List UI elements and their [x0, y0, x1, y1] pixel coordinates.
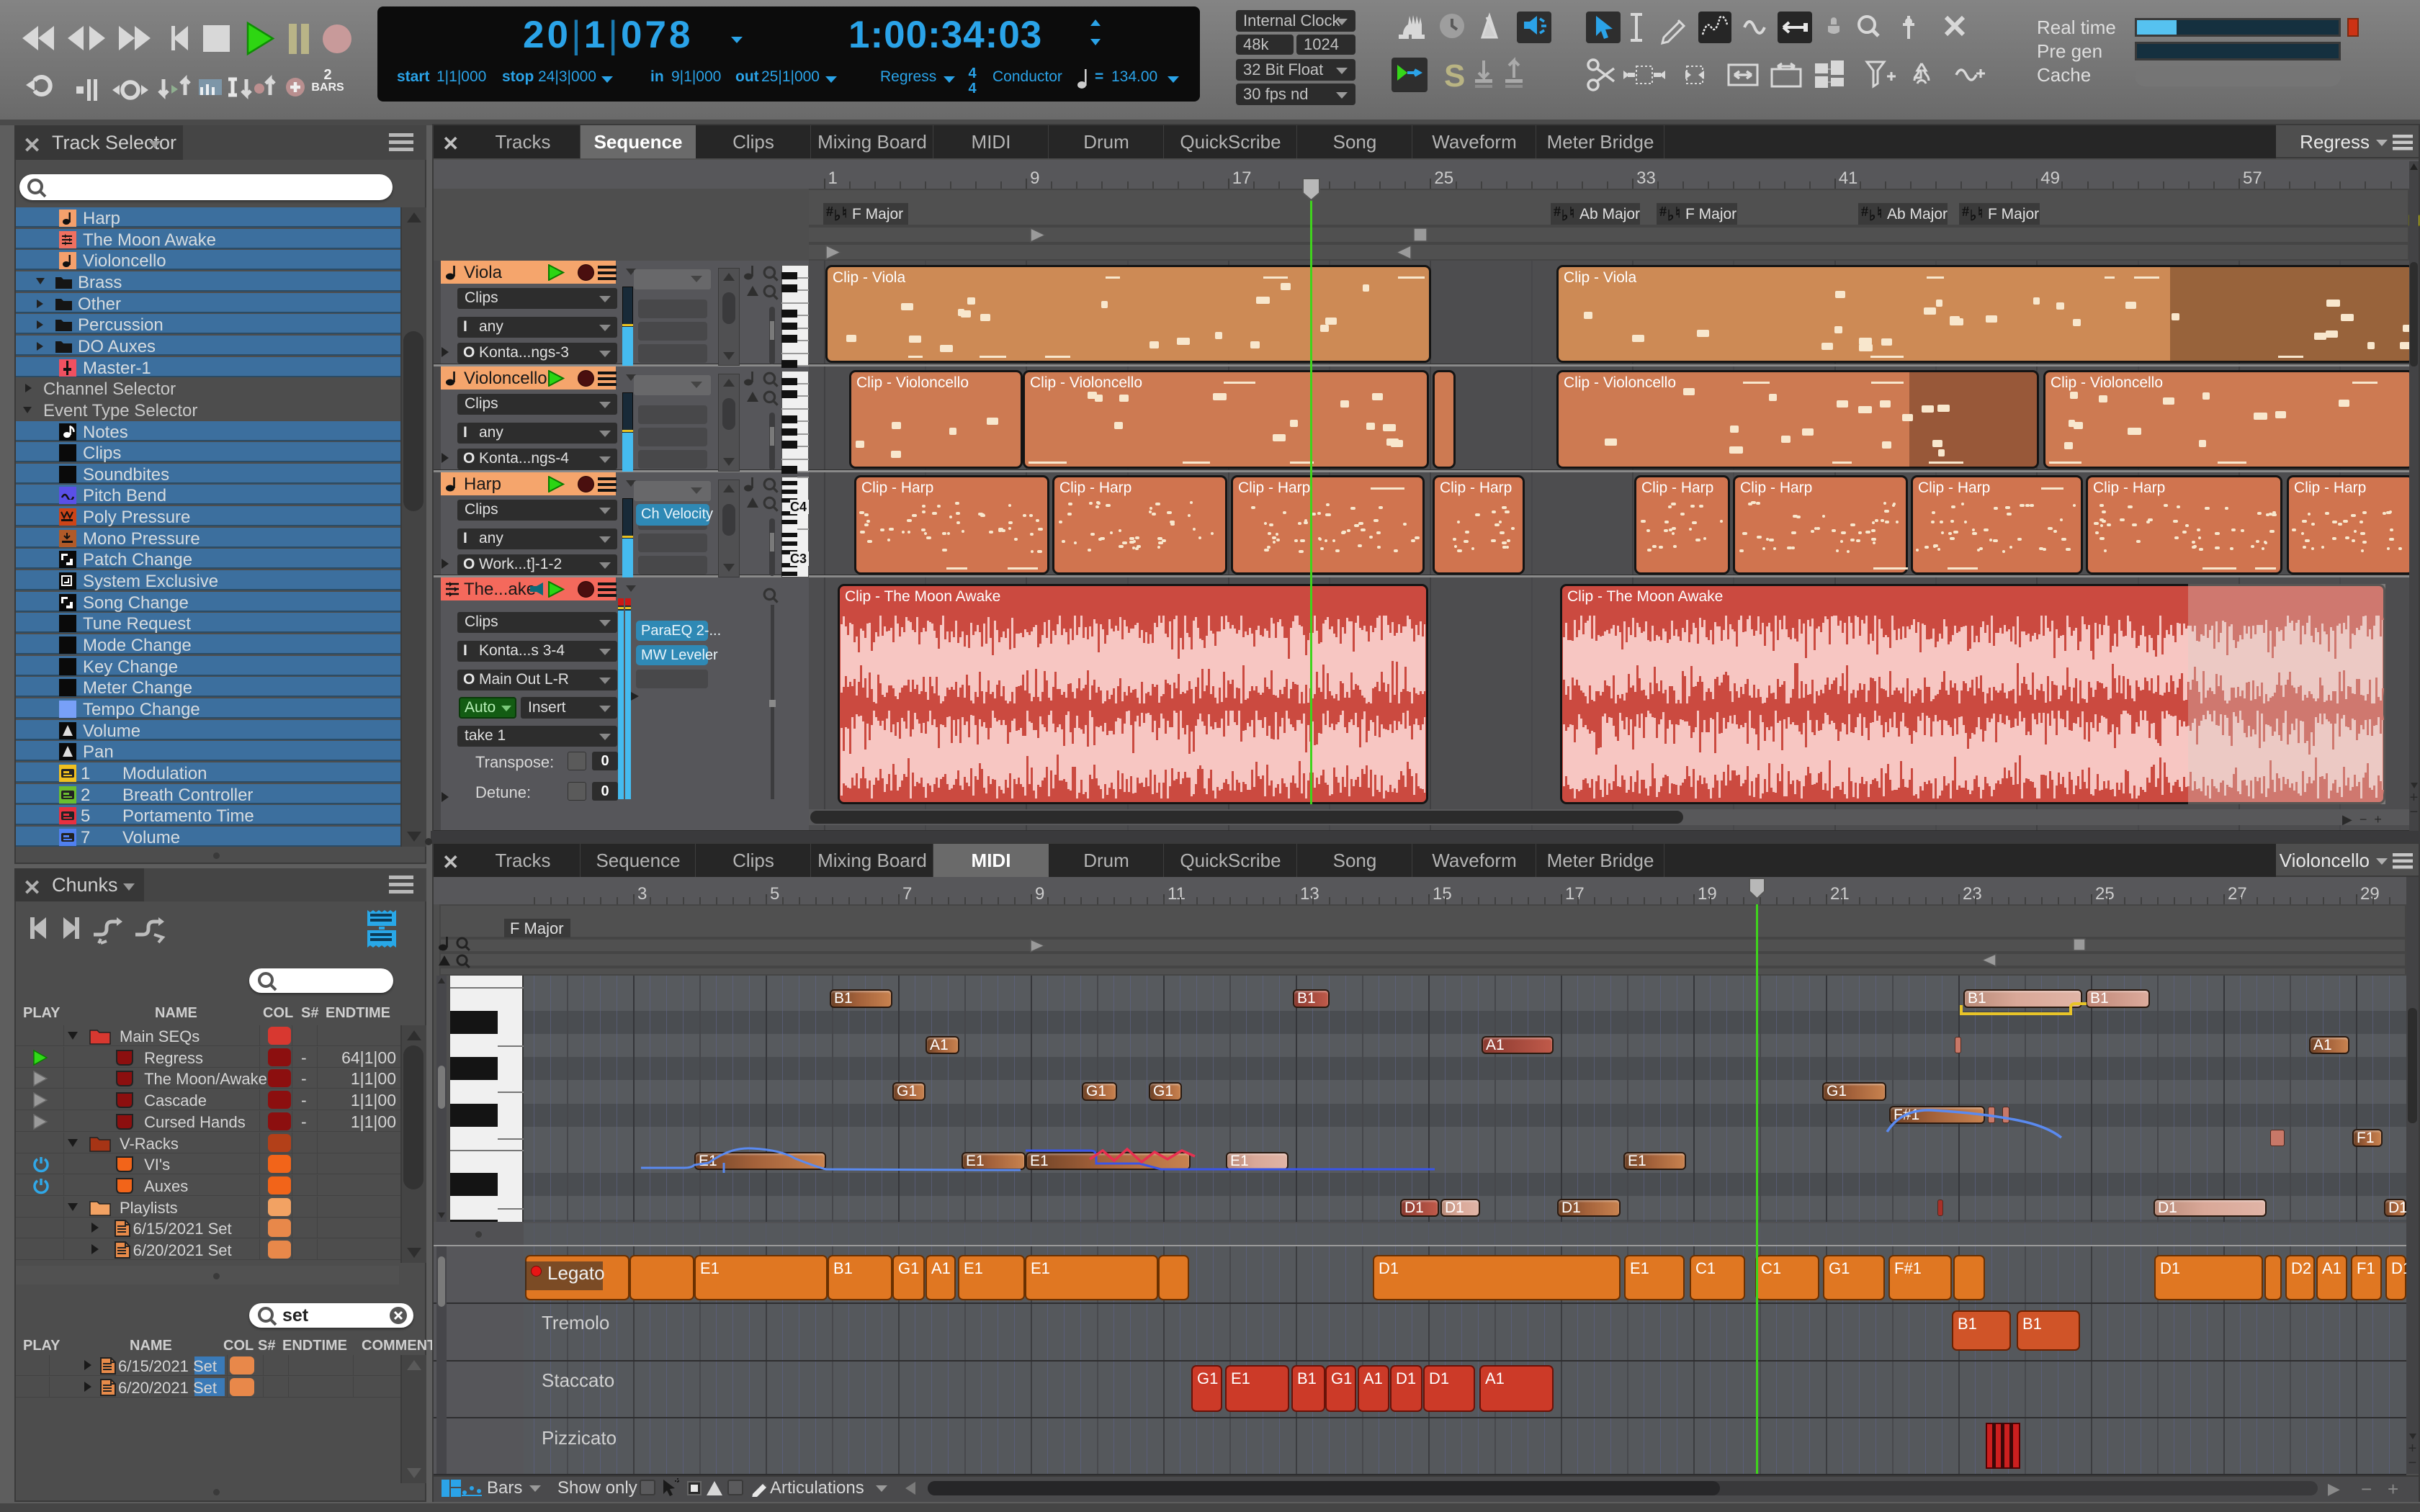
- svg-text:#: #: [1554, 204, 1561, 220]
- svg-text:#: #: [1861, 204, 1868, 220]
- svg-text:#: #: [1962, 204, 1969, 220]
- svg-text:♮: ♮: [1675, 205, 1680, 221]
- svg-text:♮: ♮: [1569, 205, 1574, 221]
- svg-text:♭: ♭: [1561, 208, 1568, 223]
- svg-text:S: S: [1444, 58, 1465, 94]
- svg-text:♮: ♮: [842, 205, 847, 221]
- svg-text:#: #: [1659, 204, 1667, 220]
- svg-text:♭: ♭: [1869, 208, 1876, 223]
- svg-text:♭: ♭: [1667, 208, 1674, 223]
- svg-text:♮: ♮: [1877, 205, 1882, 221]
- svg-text:♭: ♭: [834, 208, 841, 223]
- svg-text:#: #: [826, 204, 833, 220]
- svg-text:♭: ♭: [1970, 208, 1976, 223]
- svg-text:♮: ♮: [1978, 205, 1983, 221]
